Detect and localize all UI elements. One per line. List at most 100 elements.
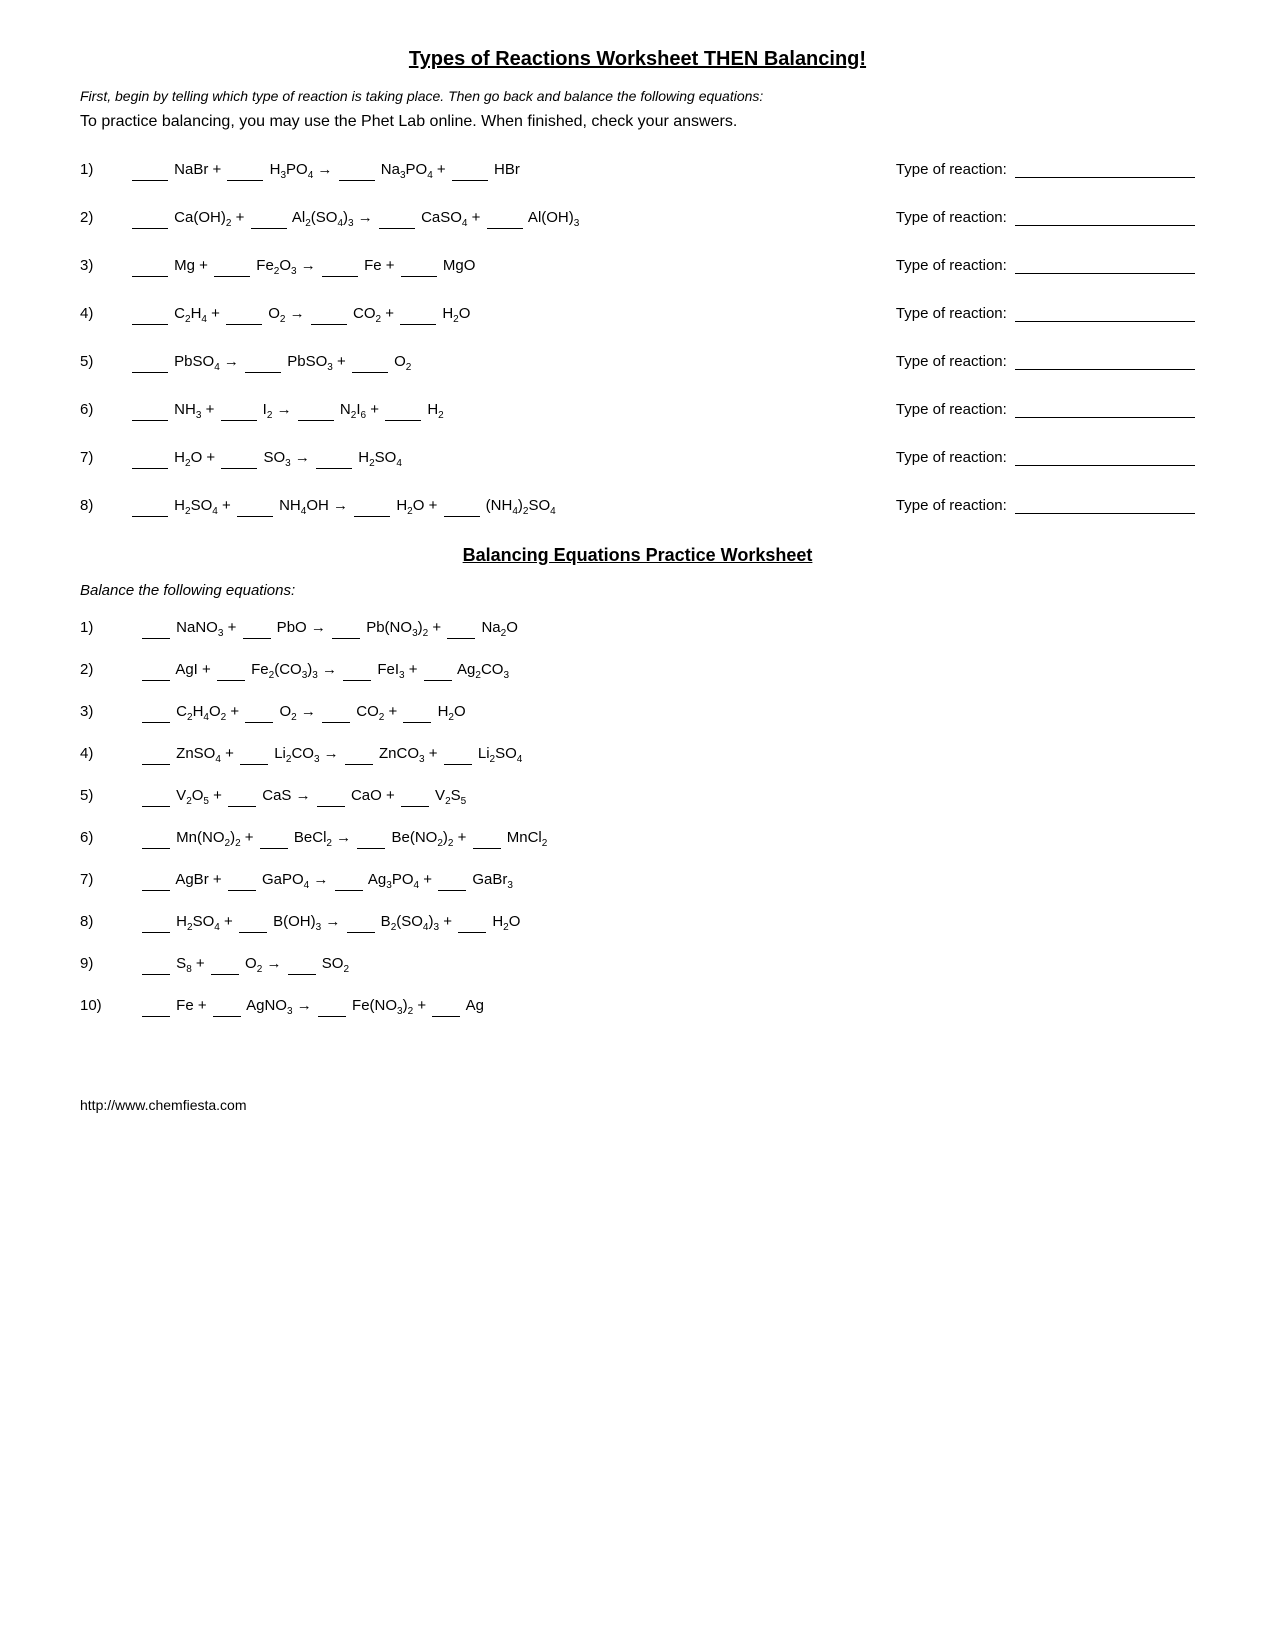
blank xyxy=(352,372,388,373)
balance-row-7: 7) AgBr + GaPO4 → Ag3PO4 + GaBr3 xyxy=(80,871,1195,891)
type-label-1: Type of reaction: xyxy=(896,161,1195,178)
balance-row-4: 4) ZnSO4 + Li2CO3 → ZnCO3 + Li2SO4 xyxy=(80,745,1195,765)
blank xyxy=(318,1016,346,1017)
blank xyxy=(142,806,170,807)
bal-num-6: 6) xyxy=(80,829,140,846)
bal-content-8: H2SO4 + B(OH)3 → B2(SO4)3 + H2O xyxy=(140,913,1195,933)
type-label-6: Type of reaction: xyxy=(896,401,1195,418)
eq-num-8: 8) xyxy=(80,497,130,514)
blank xyxy=(243,638,271,639)
equation-row-3: 3) Mg + Fe2O3 → Fe + MgO Type of reactio… xyxy=(80,257,1195,277)
answer-line-6 xyxy=(1015,417,1195,418)
eq-num-2: 2) xyxy=(80,209,130,226)
blank xyxy=(142,974,170,975)
bal-content-9: S8 + O2 → SO2 xyxy=(140,955,1195,975)
blank xyxy=(288,974,316,975)
blank xyxy=(239,932,267,933)
equation-row-8: 8) H2SO4 + NH4OH → H2O + (NH4)2SO4 Type … xyxy=(80,497,1195,517)
eq-num-3: 3) xyxy=(80,257,130,274)
equation-row-6: 6) NH3 + I2 → N2I6 + H2 Type of reaction… xyxy=(80,401,1195,421)
eq-content-6: NH3 + I2 → N2I6 + H2 xyxy=(130,401,876,421)
answer-line-4 xyxy=(1015,321,1195,322)
balance-row-8: 8) H2SO4 + B(OH)3 → B2(SO4)3 + H2O xyxy=(80,913,1195,933)
bal-content-3: C2H4O2 + O2 → CO2 + H2O xyxy=(140,703,1195,723)
type-label-3: Type of reaction: xyxy=(896,257,1195,274)
intro-normal: To practice balancing, you may use the P… xyxy=(80,111,1195,133)
blank xyxy=(354,516,390,517)
answer-line-8 xyxy=(1015,513,1195,514)
blank xyxy=(240,764,268,765)
blank xyxy=(379,228,415,229)
blank xyxy=(221,468,257,469)
blank xyxy=(237,516,273,517)
eq-num-1: 1) xyxy=(80,161,130,178)
blank xyxy=(473,848,501,849)
answer-line-5 xyxy=(1015,369,1195,370)
bal-content-10: Fe + AgNO3 → Fe(NO3)2 + Ag xyxy=(140,997,1195,1017)
bal-num-2: 2) xyxy=(80,661,140,678)
blank xyxy=(317,806,345,807)
blank xyxy=(245,722,273,723)
eq-num-6: 6) xyxy=(80,401,130,418)
blank xyxy=(316,468,352,469)
blank xyxy=(424,680,452,681)
blank xyxy=(432,1016,460,1017)
blank xyxy=(401,806,429,807)
page-title: Types of Reactions Worksheet THEN Balanc… xyxy=(80,48,1195,71)
eq-num-4: 4) xyxy=(80,305,130,322)
blank xyxy=(332,638,360,639)
blank xyxy=(214,276,250,277)
eq-num-5: 5) xyxy=(80,353,130,370)
blank xyxy=(385,420,421,421)
blank xyxy=(452,180,488,181)
balance-row-9: 9) S8 + O2 → SO2 xyxy=(80,955,1195,975)
bal-num-4: 4) xyxy=(80,745,140,762)
blank xyxy=(298,420,334,421)
bal-num-8: 8) xyxy=(80,913,140,930)
eq-content-3: Mg + Fe2O3 → Fe + MgO xyxy=(130,257,876,277)
blank xyxy=(400,324,436,325)
bal-content-6: Mn(NO2)2 + BeCl2 → Be(NO2)2 + MnCl2 xyxy=(140,829,1195,849)
section2-title: Balancing Equations Practice Worksheet xyxy=(80,545,1195,566)
blank xyxy=(132,324,168,325)
blank xyxy=(132,276,168,277)
blank xyxy=(211,974,239,975)
eq-content-8: H2SO4 + NH4OH → H2O + (NH4)2SO4 xyxy=(130,497,876,517)
type-label-7: Type of reaction: xyxy=(896,449,1195,466)
eq-content-4: C2H4 + O2 → CO2 + H2O xyxy=(130,305,876,325)
type-label-5: Type of reaction: xyxy=(896,353,1195,370)
blank xyxy=(343,680,371,681)
blank xyxy=(221,420,257,421)
bal-num-9: 9) xyxy=(80,955,140,972)
equation-row-5: 5) PbSO4 → PbSO3 + O2 Type of reaction: xyxy=(80,353,1195,373)
blank xyxy=(142,638,170,639)
eq-content-7: H2O + SO3 → H2SO4 xyxy=(130,449,876,469)
eq-num-7: 7) xyxy=(80,449,130,466)
equation-row-7: 7) H2O + SO3 → H2SO4 Type of reaction: xyxy=(80,449,1195,469)
blank xyxy=(487,228,523,229)
balance-intro: Balance the following equations: xyxy=(80,582,1195,599)
blank xyxy=(142,722,170,723)
blank xyxy=(401,276,437,277)
type-label-2: Type of reaction: xyxy=(896,209,1195,226)
blank xyxy=(322,276,358,277)
bal-num-5: 5) xyxy=(80,787,140,804)
blank xyxy=(438,890,466,891)
bal-num-1: 1) xyxy=(80,619,140,636)
answer-line-2 xyxy=(1015,225,1195,226)
blank xyxy=(458,932,486,933)
eq-content-5: PbSO4 → PbSO3 + O2 xyxy=(130,353,876,373)
blank xyxy=(228,806,256,807)
blank xyxy=(142,848,170,849)
equation-row-1: 1) NaBr + H3PO4 → Na3PO4 + HBr Type of r… xyxy=(80,161,1195,181)
balance-row-1: 1) NaNO3 + PbO → Pb(NO3)2 + Na2O xyxy=(80,619,1195,639)
balance-row-6: 6) Mn(NO2)2 + BeCl2 → Be(NO2)2 + MnCl2 xyxy=(80,829,1195,849)
intro-italic: First, begin by telling which type of re… xyxy=(80,87,1195,107)
blank xyxy=(345,764,373,765)
equation-row-4: 4) C2H4 + O2 → CO2 + H2O Type of reactio… xyxy=(80,305,1195,325)
footer-url: http://www.chemfiesta.com xyxy=(80,1097,1195,1113)
blank xyxy=(311,324,347,325)
type-label-4: Type of reaction: xyxy=(896,305,1195,322)
blank xyxy=(260,848,288,849)
blank xyxy=(132,468,168,469)
